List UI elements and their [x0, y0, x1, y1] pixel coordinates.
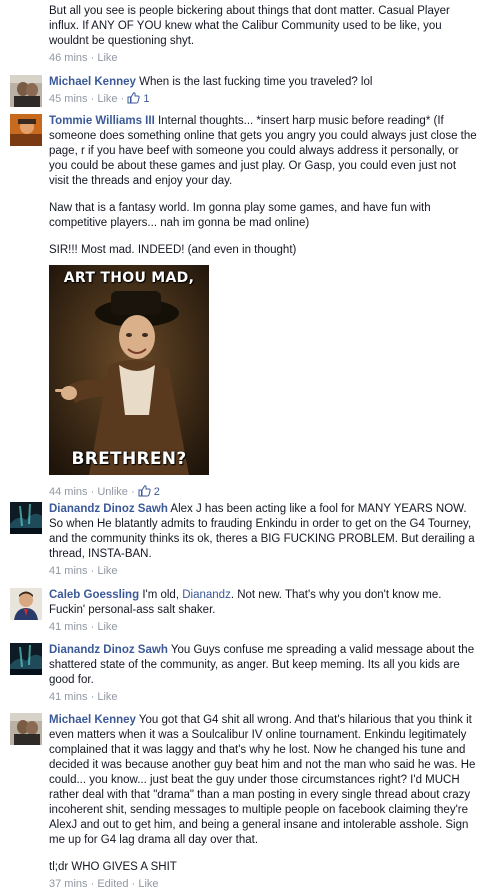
timestamp[interactable]: 45 mins — [49, 93, 88, 105]
author-name[interactable]: Dianandz Dinoz Sawh — [49, 503, 168, 515]
mention-link[interactable]: Dianandz — [182, 589, 231, 601]
comment-body: Michael Kenney When is the last fucking … — [49, 75, 477, 107]
timestamp[interactable]: 41 mins — [49, 565, 88, 577]
comment-body: Tommie Williams III Internal thoughts...… — [49, 114, 477, 500]
like-link[interactable]: Like — [97, 565, 117, 577]
avatar[interactable] — [10, 114, 42, 146]
comment-text: You got that G4 shit all wrong. And that… — [49, 714, 476, 846]
like-link[interactable]: Like — [138, 878, 158, 890]
like-link[interactable]: Like — [97, 621, 117, 633]
comment-meta: 45 mins · Like · 1 — [49, 92, 477, 107]
comment-meta: 41 mins · Like — [49, 564, 477, 579]
comment-body: Dianandz Dinoz Sawh You Guys confuse me … — [49, 643, 477, 705]
author-name[interactable]: Michael Kenney — [49, 714, 136, 726]
comment-text: tl;dr WHO GIVES A SHIT — [49, 861, 177, 873]
timestamp[interactable]: 37 mins — [49, 878, 88, 890]
like-count[interactable]: 2 — [138, 485, 160, 498]
like-link[interactable]: Like — [97, 52, 117, 64]
like-link[interactable]: Like — [97, 691, 117, 703]
author-name[interactable]: Caleb Goessling — [49, 589, 139, 601]
timestamp[interactable]: 41 mins — [49, 691, 88, 703]
avatar[interactable] — [10, 643, 42, 675]
meme-caption-bottom: BRETHREN? — [71, 449, 187, 469]
comment-text: SIR!!! Most mad. INDEED! (and even in th… — [49, 244, 297, 256]
timestamp[interactable]: 41 mins — [49, 621, 88, 633]
author-name[interactable]: Tommie Williams III — [49, 115, 155, 127]
meme-image[interactable]: ART THOU MAD, BRETHREN? — [49, 265, 209, 475]
author-name[interactable]: Dianandz Dinoz Sawh — [49, 644, 168, 656]
comment-text: Naw that is a fantasy world. Im gonna pl… — [49, 202, 431, 229]
meme-caption-top: ART THOU MAD, — [63, 270, 195, 286]
separator: · — [130, 486, 138, 498]
author-name[interactable]: Michael Kenney — [49, 76, 136, 88]
like-count-value: 2 — [153, 486, 160, 498]
avatar[interactable] — [10, 588, 42, 620]
avatar[interactable] — [10, 713, 42, 745]
like-count-value: 1 — [143, 93, 150, 105]
edited-link[interactable]: Edited — [97, 878, 128, 890]
timestamp[interactable]: 46 mins — [49, 52, 88, 64]
unlike-link[interactable]: Unlike — [97, 486, 128, 498]
like-link[interactable]: Like — [97, 93, 117, 105]
comment-text: When is the last fucking time you travel… — [139, 76, 373, 88]
comment-meta: 44 mins · Unlike · 2 — [49, 485, 477, 500]
comment-thread: But all you see is people bickering abou… — [0, 0, 491, 895]
comment-text: I'm old, — [142, 589, 180, 601]
comment-body: Caleb Goessling I'm old, Dianandz. Not n… — [49, 588, 477, 635]
comment-meta: 37 mins · Edited · Like — [49, 877, 477, 892]
comment-meta: 41 mins · Like — [49, 690, 477, 705]
avatar[interactable] — [10, 502, 42, 534]
comment-body: But all you see is people bickering abou… — [49, 4, 477, 66]
avatar[interactable] — [10, 75, 42, 107]
thumbs-up-icon — [127, 92, 140, 104]
comment-body: Michael Kenney You got that G4 shit all … — [49, 713, 477, 892]
comment-meta: 46 mins · Like — [49, 51, 477, 66]
comment-text: But all you see is people bickering abou… — [49, 5, 450, 47]
thumbs-up-icon — [138, 485, 151, 497]
like-count[interactable]: 1 — [127, 92, 150, 105]
comment-meta: 41 mins · Like — [49, 620, 477, 635]
timestamp[interactable]: 44 mins — [49, 486, 88, 498]
comment-body: Dianandz Dinoz Sawh Alex J has been acti… — [49, 502, 477, 579]
